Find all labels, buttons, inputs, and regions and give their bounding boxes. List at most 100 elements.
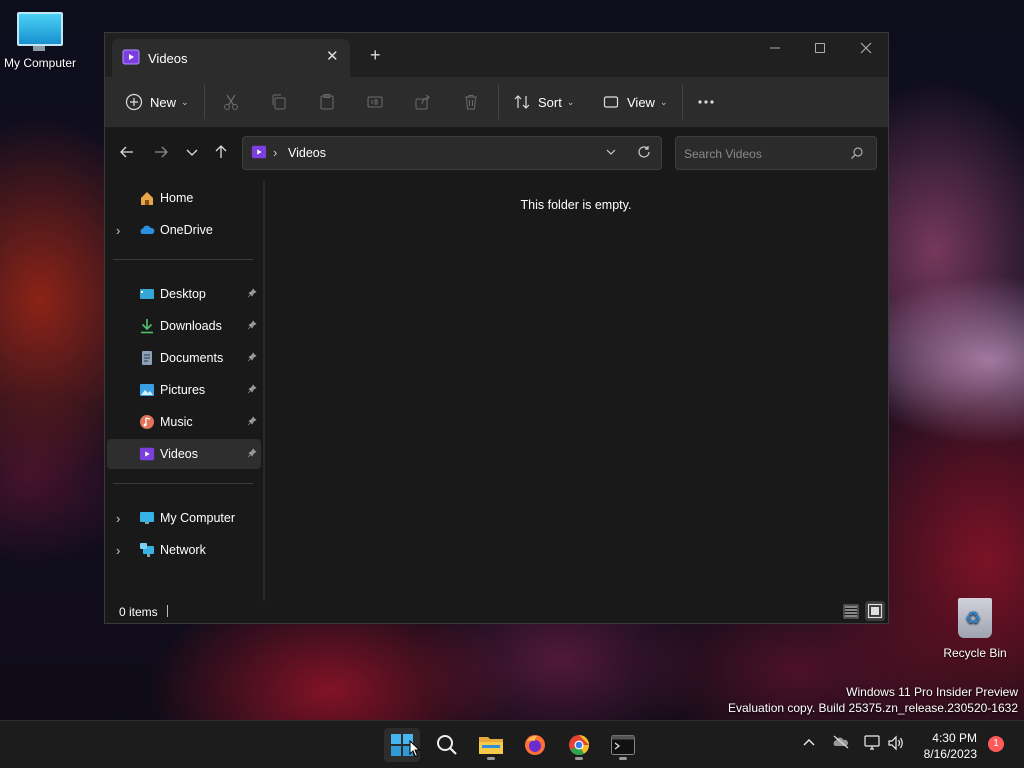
sidebar-item-music[interactable]: Music [107, 407, 261, 437]
scissors-icon [222, 93, 240, 111]
sidebar-item-pictures[interactable]: Pictures [107, 375, 261, 405]
view-button[interactable]: View ⌄ [602, 91, 668, 113]
share-button[interactable] [414, 91, 432, 113]
taskbar-chrome[interactable] [561, 728, 597, 762]
tab-videos[interactable]: Videos ✕ [112, 39, 350, 77]
toolbar-divider [204, 85, 205, 119]
refresh-icon[interactable] [637, 145, 651, 162]
command-bar: New ⌄ Sort ⌄ View ⌄ [105, 77, 888, 128]
pin-icon[interactable] [247, 319, 257, 333]
tab-title: Videos [148, 51, 188, 66]
taskbar: 4:30 PM 8/16/2023 1 [0, 720, 1024, 768]
large-icons-view-button[interactable] [865, 601, 885, 621]
sidebar-item-label: My Computer [160, 511, 236, 525]
evaluation-watermark: Windows 11 Pro Insider Preview Evaluatio… [728, 684, 1018, 716]
sidebar-item-videos[interactable]: Videos [107, 439, 261, 469]
sort-label: Sort [538, 94, 562, 110]
minimize-button[interactable] [769, 41, 781, 57]
search-placeholder: Search Videos [684, 147, 762, 161]
start-button[interactable] [384, 728, 421, 762]
running-indicator [575, 757, 583, 760]
show-hidden-icons-button[interactable] [802, 735, 816, 752]
sidebar-item-my-computer[interactable]: › My Computer [107, 503, 261, 533]
chevron-down-icon[interactable] [605, 146, 617, 161]
title-bar: Videos ✕ + [105, 33, 888, 77]
pin-icon[interactable] [247, 415, 257, 429]
add-circle-icon [125, 93, 143, 111]
paste-button[interactable] [318, 91, 336, 113]
close-window-button[interactable] [860, 41, 872, 57]
pin-icon[interactable] [247, 447, 257, 461]
clock[interactable]: 4:30 PM 8/16/2023 [913, 730, 977, 762]
sort-icon [513, 93, 531, 111]
computer-icon [17, 12, 63, 51]
cloud-icon [139, 222, 155, 241]
pin-icon[interactable] [247, 287, 257, 301]
sidebar-item-label: Home [160, 191, 194, 205]
chevron-down-icon: ⌄ [566, 96, 575, 107]
sidebar-item-label: Music [160, 415, 193, 429]
desktop-icon-recycle-bin[interactable]: ♻ Recycle Bin [940, 598, 1010, 660]
address-bar[interactable]: › Videos [242, 136, 662, 170]
new-tab-button[interactable]: + [370, 46, 381, 64]
sidebar-item-desktop[interactable]: Desktop [107, 279, 261, 309]
chevron-right-icon[interactable]: › [116, 223, 120, 238]
recent-locations-button[interactable] [185, 144, 199, 163]
watermark-line2: Evaluation copy. Build 25375.zn_release.… [728, 701, 1018, 715]
sidebar-item-label: Videos [160, 447, 198, 461]
forward-button[interactable] [153, 144, 169, 163]
up-button[interactable] [213, 144, 229, 163]
maximize-button[interactable] [814, 41, 826, 57]
search-input[interactable]: Search Videos [675, 136, 877, 170]
search-icon [436, 734, 458, 759]
sidebar-item-onedrive[interactable]: › OneDrive [107, 215, 261, 245]
pin-icon[interactable] [247, 351, 257, 365]
breadcrumb-videos[interactable]: Videos [288, 146, 326, 160]
taskbar-search-button[interactable] [429, 728, 465, 762]
copy-icon [270, 93, 288, 111]
trash-icon [462, 93, 480, 111]
chevron-right-icon[interactable]: › [116, 543, 120, 558]
desktop-icon-label: My Computer [3, 56, 77, 70]
copy-button[interactable] [270, 91, 288, 113]
status-bar: 0 items [105, 600, 888, 624]
picture-icon [139, 382, 155, 401]
file-list[interactable]: This folder is empty. [265, 178, 887, 600]
sidebar-item-home[interactable]: Home [107, 183, 261, 213]
new-button[interactable]: New ⌄ [125, 91, 189, 113]
download-icon [139, 318, 155, 337]
sidebar-item-label: Network [160, 543, 206, 557]
sidebar-item-label: Downloads [160, 319, 222, 333]
chevron-down-icon: ⌄ [659, 96, 668, 107]
breadcrumb-separator: › [273, 145, 278, 160]
taskbar-firefox[interactable] [517, 728, 553, 762]
sort-button[interactable]: Sort ⌄ [513, 91, 574, 113]
taskbar-file-explorer[interactable] [473, 728, 509, 762]
watermark-line1: Windows 11 Pro Insider Preview [846, 685, 1018, 699]
rename-button[interactable] [366, 91, 384, 113]
item-count: 0 items [119, 605, 158, 619]
more-options-button[interactable] [697, 91, 715, 113]
sidebar-item-downloads[interactable]: Downloads [107, 311, 261, 341]
onedrive-offline-icon[interactable] [832, 735, 850, 752]
desktop-icon-my-computer[interactable]: My Computer [2, 12, 78, 70]
taskbar-terminal[interactable] [605, 728, 641, 762]
document-icon [139, 350, 155, 369]
video-icon [251, 144, 267, 163]
delete-button[interactable] [462, 91, 480, 113]
running-indicator [487, 757, 495, 760]
chevron-right-icon[interactable]: › [116, 511, 120, 526]
volume-icon[interactable] [887, 735, 905, 754]
search-icon [850, 146, 864, 163]
chrome-icon [567, 733, 591, 760]
sidebar-item-documents[interactable]: Documents [107, 343, 261, 373]
details-view-button[interactable] [843, 603, 859, 622]
sidebar-item-network[interactable]: › Network [107, 535, 261, 565]
pin-icon[interactable] [247, 383, 257, 397]
network-status-icon[interactable] [864, 735, 882, 754]
back-button[interactable] [119, 144, 135, 163]
close-tab-icon[interactable]: ✕ [326, 47, 339, 65]
notification-badge[interactable]: 1 [988, 736, 1004, 752]
network-icon [139, 542, 155, 561]
cut-button[interactable] [222, 91, 240, 113]
